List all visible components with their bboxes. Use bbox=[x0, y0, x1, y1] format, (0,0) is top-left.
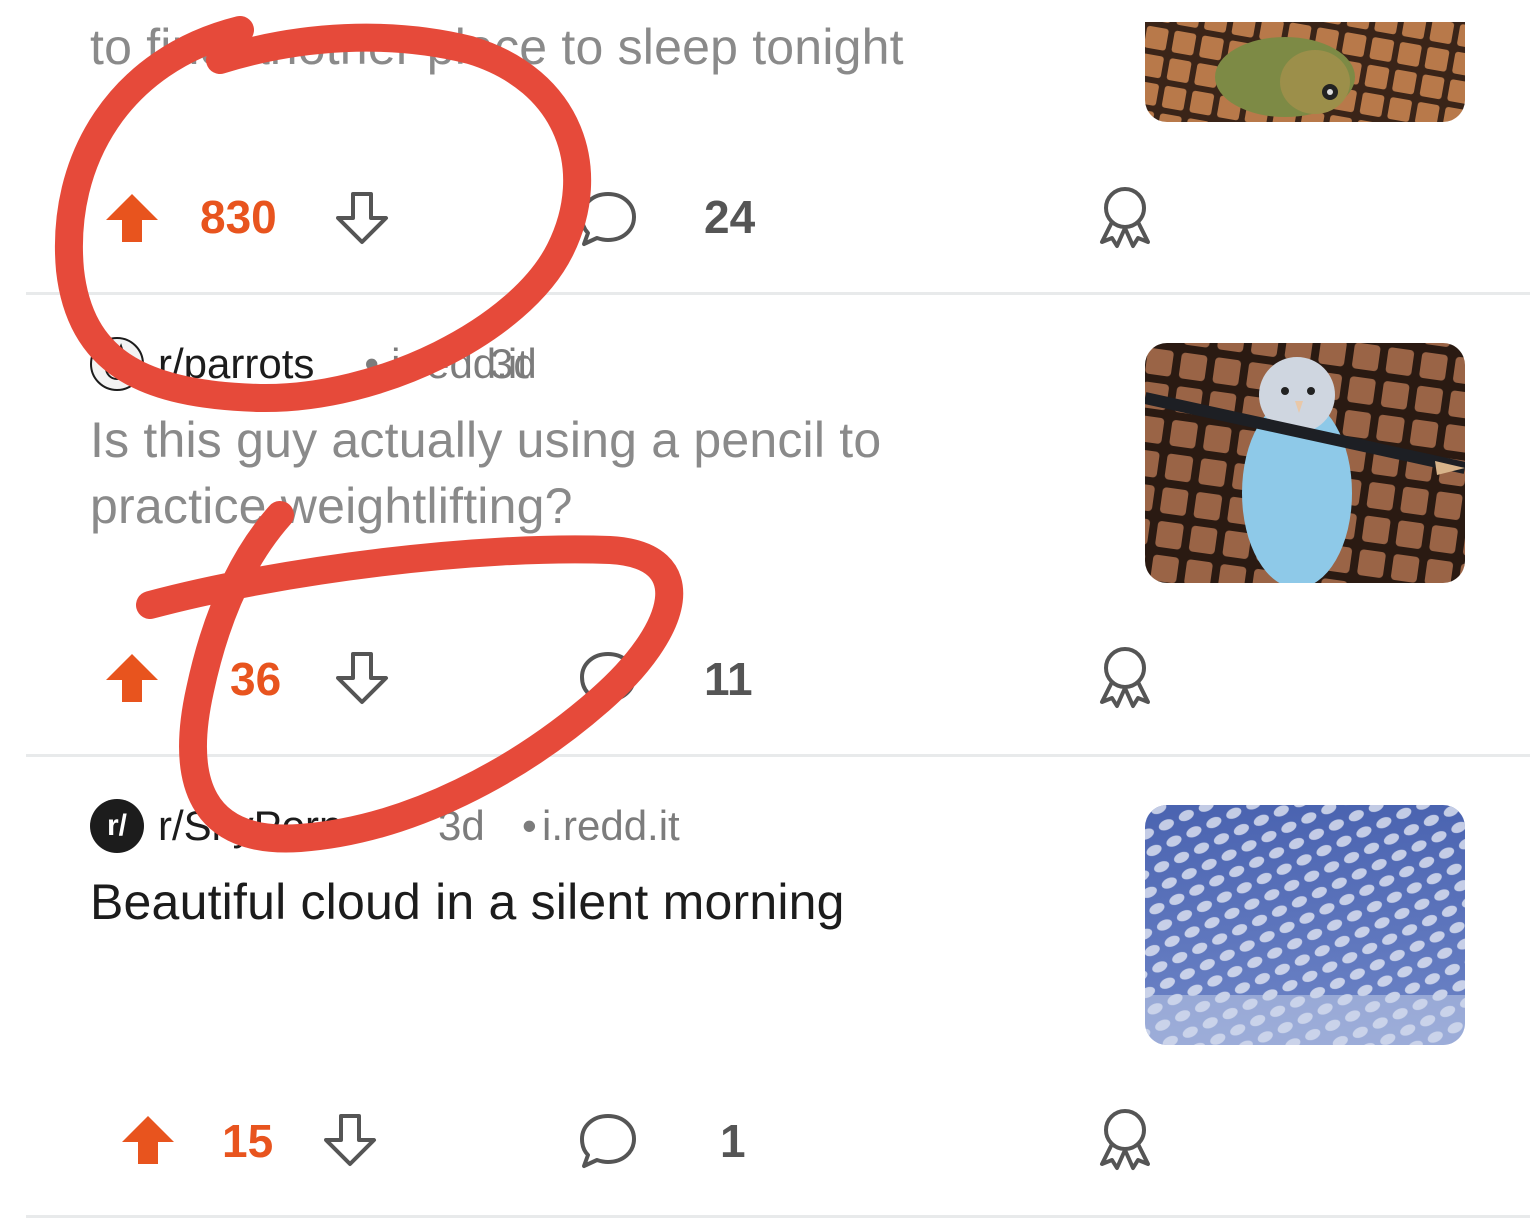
vote-count: 830 bbox=[200, 191, 277, 243]
insights-icon[interactable] bbox=[1406, 186, 1466, 251]
comment-icon[interactable] bbox=[578, 188, 638, 253]
comment-icon[interactable] bbox=[578, 1110, 638, 1175]
vote-count: 15 bbox=[222, 1115, 274, 1167]
comment-count: 11 bbox=[704, 653, 753, 705]
post-1-title[interactable]: to find another place to sleep tonight bbox=[90, 14, 904, 80]
award-icon[interactable] bbox=[1094, 1106, 1156, 1177]
post-age: 3d bbox=[490, 340, 537, 387]
parrot-pencil-image bbox=[1145, 343, 1465, 583]
downvote-icon[interactable] bbox=[334, 650, 390, 711]
post-age: 3d bbox=[438, 802, 485, 849]
downvote-icon[interactable] bbox=[322, 1112, 378, 1173]
post-3-title[interactable]: Beautiful cloud in a silent morning bbox=[90, 869, 845, 935]
post-2-meta: r/parrots • 3d i.redd.it bbox=[90, 337, 537, 391]
post-3-actions: 15 1 bbox=[0, 1102, 1536, 1182]
post-domain[interactable]: i.redd.it bbox=[542, 802, 680, 850]
post-3-meta: r/ r/SkyPorn • 3d i.redd.it bbox=[90, 799, 680, 853]
post-1-actions: 830 24 bbox=[0, 178, 1536, 258]
insights-icon[interactable] bbox=[1406, 1108, 1466, 1173]
upvote-icon[interactable] bbox=[104, 190, 160, 251]
post-divider bbox=[26, 754, 1530, 757]
subreddit-name[interactable]: r/SkyPorn bbox=[158, 802, 342, 850]
subreddit-avatar[interactable] bbox=[90, 337, 144, 391]
post-divider bbox=[26, 292, 1530, 295]
subreddit-avatar[interactable]: r/ bbox=[90, 799, 144, 853]
meta-separator: • bbox=[364, 340, 380, 387]
meta-separator: • bbox=[522, 802, 537, 849]
upvote-icon[interactable] bbox=[104, 650, 160, 711]
upvote-icon[interactable] bbox=[120, 1112, 176, 1173]
cloud-sky-image bbox=[1145, 805, 1465, 1045]
parrot-sleeping-image bbox=[1145, 22, 1465, 122]
vote-count: 36 bbox=[230, 653, 282, 705]
post-1-thumbnail[interactable] bbox=[1145, 22, 1465, 122]
post-2-thumbnail[interactable] bbox=[1145, 343, 1465, 583]
comment-count: 1 bbox=[720, 1115, 746, 1167]
downvote-icon[interactable] bbox=[334, 190, 390, 251]
insights-icon[interactable] bbox=[1406, 646, 1466, 711]
comment-icon[interactable] bbox=[578, 648, 638, 713]
post-2-actions: 36 11 bbox=[0, 640, 1536, 720]
comment-count: 24 bbox=[704, 191, 756, 243]
award-icon[interactable] bbox=[1094, 184, 1156, 255]
post-2-title[interactable]: Is this guy actually using a pencil to p… bbox=[90, 407, 1070, 539]
post-3-thumbnail[interactable] bbox=[1145, 805, 1465, 1045]
subreddit-name[interactable]: r/parrots bbox=[158, 340, 314, 388]
award-icon[interactable] bbox=[1094, 644, 1156, 715]
